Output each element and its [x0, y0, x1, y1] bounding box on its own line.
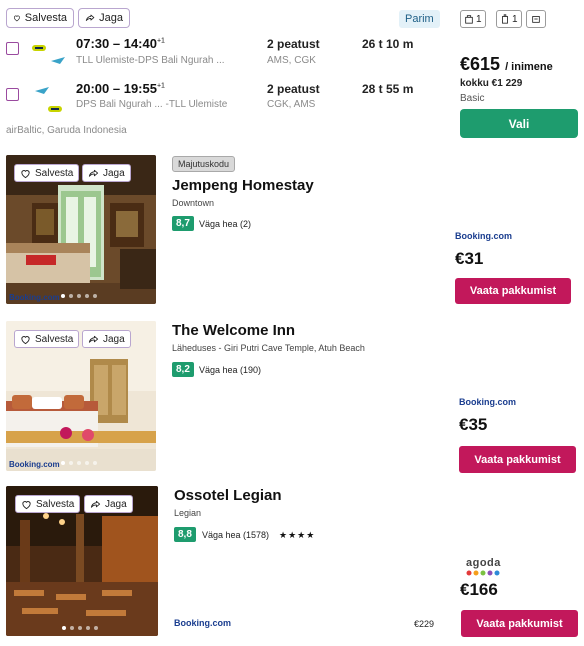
- personal-bag-count: 1: [460, 10, 486, 28]
- leg-checkbox-1[interactable]: [6, 42, 19, 55]
- hotel-1-share-button[interactable]: Jaga: [82, 164, 131, 182]
- hotel-2-save-button[interactable]: Salvesta: [14, 330, 80, 348]
- leg2-times: 20:00 – 19:55+1: [76, 81, 165, 96]
- hotel-1-price: €31: [455, 249, 484, 268]
- hotel-2-share-button[interactable]: Jaga: [82, 330, 131, 348]
- agoda-logo: agoda: [466, 557, 506, 576]
- share-icon: [88, 169, 99, 177]
- carry-on-icon: [502, 14, 508, 24]
- hotel-2-name[interactable]: The Welcome Inn: [172, 322, 295, 339]
- hotel-1-name[interactable]: Jempeng Homestay: [172, 177, 314, 194]
- airline-logo-4: [48, 99, 62, 117]
- heart-icon: [21, 169, 30, 178]
- checked-bag-count: [526, 10, 546, 28]
- hotel-3-stars: ★★★★: [279, 530, 316, 540]
- save-label: Salvesta: [24, 12, 67, 24]
- image-provider-label: Booking.com: [9, 460, 60, 469]
- share-button[interactable]: Jaga: [78, 8, 130, 28]
- leg1-times: 07:30 – 14:40+1: [76, 36, 165, 51]
- personal-bag-icon: [465, 15, 473, 24]
- hotel-1-view-deal-button[interactable]: Vaata pakkumist: [455, 278, 571, 304]
- heart-icon: [22, 500, 31, 509]
- leg2-duration: 28 t 55 m: [362, 82, 414, 96]
- hotel-image-2[interactable]: Salvesta Jaga Booking.com: [6, 321, 156, 471]
- flight-total: kokku €1 229: [460, 78, 523, 89]
- leg1-stops: 2 peatust: [267, 37, 320, 51]
- select-flight-button[interactable]: Vali: [460, 109, 578, 138]
- hotel-3-location: Legian: [174, 508, 202, 518]
- share-icon: [85, 14, 95, 21]
- airline-logo-2: [50, 52, 66, 70]
- hotel-2-score: 8,2: [172, 362, 194, 377]
- image-carousel-dots[interactable]: [62, 626, 98, 630]
- leg1-route: TLL Ulemiste-DPS Bali Ngurah ...: [76, 55, 225, 66]
- airline-logo-1: [32, 38, 46, 56]
- hotel-image-3[interactable]: Salvesta Jaga: [6, 486, 158, 636]
- carrier-names: airBaltic, Garuda Indonesia: [6, 125, 127, 136]
- carry-on-count: 1: [496, 10, 522, 28]
- share-icon: [90, 500, 101, 508]
- hotel-3-score: 8,8: [174, 527, 196, 542]
- hotel-3-name[interactable]: Ossotel Legian: [174, 487, 282, 504]
- hotel-2-provider: Booking.com: [459, 397, 517, 407]
- leg2-stops: 2 peatust: [267, 82, 320, 96]
- hotel-2-price: €35: [459, 415, 488, 434]
- flight-price: €615 / inimene: [460, 54, 553, 74]
- hotel-3-extra-provider[interactable]: Booking.com: [174, 618, 231, 628]
- hotel-3-rating: Väga hea (1578): [202, 530, 270, 540]
- image-provider-label: Booking.com: [9, 293, 60, 302]
- hotel-1-provider: Booking.com: [455, 231, 513, 241]
- leg2-route: DPS Bali Ngurah ... -TLL Ulemiste: [76, 99, 228, 110]
- image-carousel-dots[interactable]: [61, 461, 97, 465]
- share-icon: [88, 335, 99, 343]
- hotel-1-save-button[interactable]: Salvesta: [14, 164, 80, 182]
- hotel-3-share-button[interactable]: Jaga: [84, 495, 133, 513]
- hotel-3-price: €166: [460, 580, 498, 599]
- hotel-3-save-button[interactable]: Salvesta: [15, 495, 81, 513]
- save-button[interactable]: Salvesta: [6, 8, 74, 28]
- leg-checkbox-2[interactable]: [6, 88, 19, 101]
- hotel-1-location: Downtown: [172, 198, 215, 208]
- hotel-image-1[interactable]: Salvesta Jaga Booking.com: [6, 155, 156, 304]
- leg2-via: CGK, AMS: [267, 99, 316, 110]
- hotel-1-type-badge: Majutuskodu: [172, 156, 236, 172]
- heart-icon: [13, 15, 20, 22]
- hotel-2-location: Läheduses - Giri Putri Cave Temple, Atuh…: [172, 343, 365, 353]
- leg1-via: AMS, CGK: [267, 55, 316, 66]
- leg1-duration: 26 t 10 m: [362, 37, 414, 51]
- hotel-2-view-deal-button[interactable]: Vaata pakkumist: [459, 446, 576, 473]
- checked-bag-icon: [532, 16, 540, 23]
- hotel-2-rating: Väga hea (190): [199, 365, 262, 375]
- hotel-1-score: 8,7: [172, 216, 194, 231]
- hotel-1-rating: Väga hea (2): [199, 219, 252, 229]
- hotel-3-view-deal-button[interactable]: Vaata pakkumist: [461, 610, 578, 637]
- airline-logo-3: [34, 82, 50, 100]
- heart-icon: [21, 335, 30, 344]
- best-badge: Parim: [399, 10, 440, 28]
- hotel-3-extra-price[interactable]: €229: [414, 619, 434, 629]
- share-label: Jaga: [99, 12, 123, 24]
- image-carousel-dots[interactable]: [61, 294, 97, 298]
- fare-type: Basic: [460, 93, 485, 104]
